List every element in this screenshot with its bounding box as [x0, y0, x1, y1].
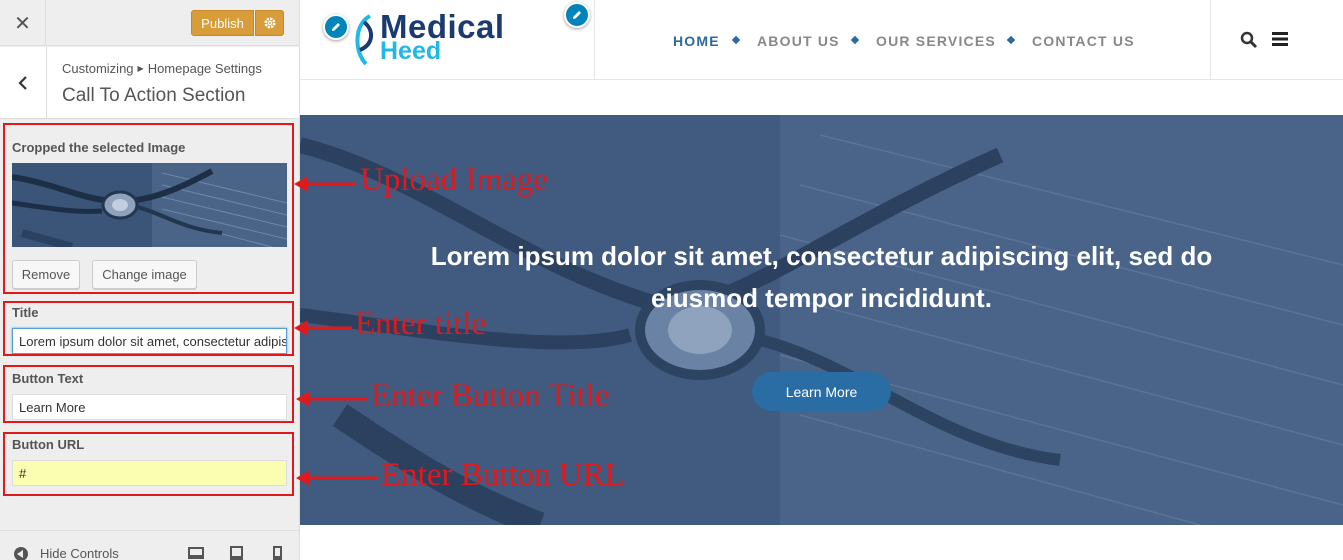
logo-text-bottom[interactable]: Heed: [380, 37, 441, 66]
annotation-box-title: [3, 301, 294, 356]
publish-button[interactable]: Publish: [191, 10, 254, 36]
nav-separator-icon: [1006, 35, 1016, 45]
annotation-box-button-url: [3, 432, 294, 496]
annotation-enter-title: Enter title: [355, 306, 487, 342]
section-header: Customizing ▶ Homepage Settings Call To Ac…: [0, 47, 299, 119]
cta-learn-more-button[interactable]: Learn More: [752, 372, 891, 411]
annotation-arrow-icon: [294, 176, 356, 192]
edit-logo-shortcut[interactable]: [323, 14, 349, 40]
tablet-preview-icon[interactable]: [230, 546, 243, 560]
breadcrumb: Customizing ▶ Homepage Settings: [62, 61, 262, 76]
menu-icon[interactable]: [1272, 32, 1288, 46]
annotation-enter-button-title: Enter Button Title: [371, 378, 610, 414]
annotation-enter-button-url: Enter Button URL: [381, 457, 625, 493]
nav-separator-icon: [850, 35, 860, 45]
breadcrumb-separator-icon: ▶: [137, 64, 144, 73]
annotation-upload-image: Upload Image: [360, 162, 548, 198]
chevron-left-icon: [18, 76, 27, 90]
gear-icon: [264, 17, 275, 29]
publish-settings-button[interactable]: [255, 10, 284, 36]
annotation-box-image: [3, 123, 294, 294]
collapse-icon: [14, 546, 28, 560]
hide-controls-button[interactable]: Hide Controls: [14, 546, 119, 560]
annotation-arrow-icon: [296, 391, 368, 407]
customizer-footer: Hide Controls: [0, 530, 299, 560]
pencil-icon: [332, 23, 340, 31]
header-divider: [1210, 0, 1211, 80]
cta-title: Lorem ipsum dolor sit amet, consectetur …: [430, 241, 1213, 313]
header-divider: [594, 0, 595, 80]
section-title: Call To Action Section: [62, 85, 246, 106]
desktop-preview-icon[interactable]: [188, 547, 204, 559]
edit-header-shortcut[interactable]: [564, 2, 590, 28]
logo-mark-icon: [355, 14, 373, 66]
hide-controls-label: Hide Controls: [40, 546, 119, 560]
nav-services[interactable]: OUR SERVICES: [876, 33, 996, 49]
pencil-icon: [573, 11, 581, 19]
search-icon[interactable]: [1240, 31, 1258, 49]
annotation-arrow-icon: [296, 470, 378, 486]
nav-about[interactable]: ABOUT US: [757, 33, 840, 49]
breadcrumb-root: Customizing: [62, 61, 134, 76]
nav-separator-icon: [731, 35, 741, 45]
customizer-topbar: ✕ Publish: [0, 0, 299, 46]
annotation-box-button-text: [3, 365, 294, 423]
close-icon: ✕: [14, 12, 31, 35]
back-button[interactable]: [0, 47, 47, 119]
nav-contact[interactable]: CONTACT US: [1032, 33, 1135, 49]
mobile-preview-icon[interactable]: [273, 546, 282, 560]
annotation-arrow-icon: [294, 320, 352, 336]
breadcrumb-parent: Homepage Settings: [147, 61, 262, 76]
site-header: Medical Heed HOME ABOUT US OUR SERVICES …: [300, 0, 1343, 80]
close-customizer-button[interactable]: ✕: [0, 0, 46, 46]
nav-home[interactable]: HOME: [673, 33, 720, 49]
